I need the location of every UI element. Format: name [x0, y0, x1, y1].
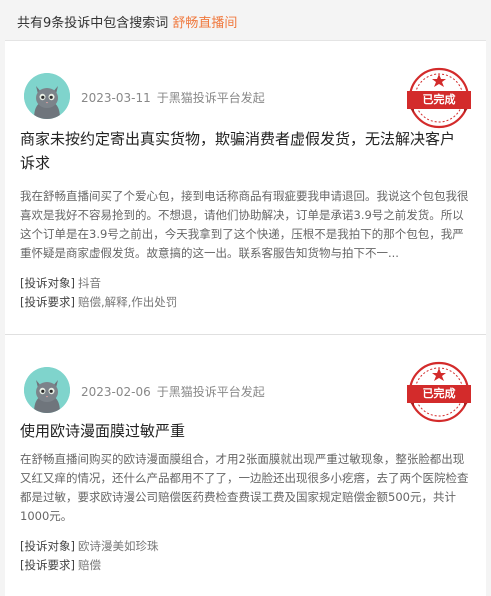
complaint-target: 欧诗漫美如珍珠 [77, 539, 159, 553]
complaint-list: 2023-03-11 于黑猫投诉平台发起 已完成 商家未按约定寄出真实货物，欺骗消… [0, 40, 491, 596]
complaint-header: 2023-02-06 于黑猫投诉平台发起 已完成 [20, 335, 472, 423]
complaint-details: [投诉对象] 欧诗漫美如珍珠 [投诉要求] 赔偿 [20, 537, 472, 575]
search-summary: 共有9条投诉中包含搜索词 舒畅直播间 [0, 0, 491, 40]
complaint-header: 2023-03-11 于黑猫投诉平台发起 已完成 [20, 41, 472, 129]
complaint-details: [投诉对象] 抖音 [投诉要求] 赔偿,解释,作出处罚 [20, 274, 472, 312]
complaint-date: 2023-03-11 [81, 91, 151, 105]
complaint-target-row: [投诉对象] 欧诗漫美如珍珠 [20, 537, 472, 556]
complaint-card[interactable]: 2023-02-06 于黑猫投诉平台发起 已完成 使用欧诗漫面膜过敏严重 在舒畅直… [5, 334, 486, 596]
user-avatar-icon [24, 367, 70, 413]
user-avatar-icon [24, 73, 70, 119]
complaint-body: 在舒畅直播间购买的欧诗漫面膜组合，才用2张面膜就出现严重过敏现象，整张脸都出现又… [20, 452, 469, 523]
complaint-target: 抖音 [77, 276, 101, 290]
completed-stamp-icon: 已完成 [406, 65, 472, 131]
complaint-title[interactable]: 商家未按约定寄出真实货物，欺骗消费者虚假发货，无法解决客户诉求 [20, 127, 472, 175]
target-label: [投诉对象] [20, 539, 75, 553]
complaint-demand: 赔偿,解释,作出处罚 [77, 295, 178, 309]
complaint-source: 于黑猫投诉平台发起 [156, 91, 265, 105]
complaint-meta: 2023-02-06 于黑猫投诉平台发起 [81, 383, 265, 400]
complaint-card[interactable]: 2023-03-11 于黑猫投诉平台发起 已完成 商家未按约定寄出真实货物，欺骗消… [5, 40, 486, 334]
summary-text: 共有9条投诉中包含搜索词 [17, 16, 169, 31]
complaint-meta: 2023-03-11 于黑猫投诉平台发起 [81, 89, 265, 106]
search-keyword: 舒畅直播间 [172, 16, 238, 31]
complaint-demand-row: [投诉要求] 赔偿 [20, 556, 472, 575]
demand-label: [投诉要求] [20, 295, 75, 309]
demand-label: [投诉要求] [20, 558, 75, 572]
complaint-source: 于黑猫投诉平台发起 [156, 385, 265, 399]
status-badge: 已完成 [407, 385, 471, 403]
complaint-title[interactable]: 使用欧诗漫面膜过敏严重 [20, 419, 472, 443]
target-label: [投诉对象] [20, 276, 75, 290]
complaint-body: 我在舒畅直播间买了个爱心包，接到电话称商品有瑕疵要我申请退回。我说这个包包我很喜… [20, 189, 469, 260]
complaint-demand: 赔偿 [77, 558, 101, 572]
status-badge: 已完成 [407, 91, 471, 109]
complaint-date: 2023-02-06 [81, 385, 151, 399]
complaint-target-row: [投诉对象] 抖音 [20, 274, 472, 293]
complaint-demand-row: [投诉要求] 赔偿,解释,作出处罚 [20, 293, 472, 312]
completed-stamp-icon: 已完成 [406, 359, 472, 425]
